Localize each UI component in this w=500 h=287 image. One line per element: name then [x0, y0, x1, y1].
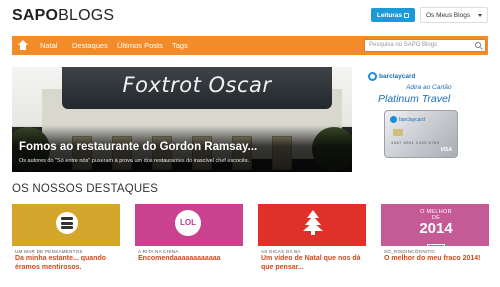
card-thumbnail — [258, 204, 366, 246]
main-nav: Natal Destaques Últimos Posts Tags Pesqu… — [12, 36, 488, 55]
card-thumbnail: O MELHOR DE 2014 TAG — [381, 204, 489, 251]
destaque-card[interactable]: AS DICAS DA BA Um vídeo de Natal que nos… — [258, 204, 366, 284]
top-bar: SAPOBLOGS Leituras Os Meus Blogs — [0, 0, 500, 32]
book-icon — [404, 12, 410, 18]
featured-post-title[interactable]: Fomos ao restaurante do Gordon Ramsay... — [19, 141, 257, 153]
home-icon[interactable] — [18, 40, 28, 50]
card-thumbnail: LOL — [135, 204, 243, 246]
lol-icon: LOL — [175, 210, 201, 236]
post-title[interactable]: Encomendaaaaaaaaaaaa — [138, 255, 244, 264]
christmas-tree-icon — [302, 210, 324, 236]
books-icon — [56, 212, 78, 234]
nav-item-destaques[interactable]: Destaques — [72, 41, 108, 50]
nav-item-ultimos-posts[interactable]: Últimos Posts — [117, 41, 163, 50]
nav-item-natal[interactable]: Natal — [40, 41, 58, 50]
card-logo-icon — [390, 116, 397, 123]
destaque-card[interactable]: LOL A RITA NA CHINA Encomendaaaaaaaaaaaa — [135, 204, 243, 284]
search-icon[interactable] — [475, 42, 481, 48]
card-thumbnail — [12, 204, 120, 246]
blog-name[interactable]: UM MAR DE PENSAMENTOS — [15, 249, 83, 254]
barclaycard-ad[interactable]: barclaycard Adira ao Cartão Platinum Tra… — [362, 67, 488, 172]
card-chip — [393, 129, 403, 136]
sapo-blogs-logo[interactable]: SAPOBLOGS — [12, 7, 114, 25]
post-title[interactable]: Da minha estante... quando éramos mentir… — [15, 255, 121, 272]
meus-blogs-dropdown[interactable]: Os Meus Blogs — [420, 7, 488, 23]
blog-name[interactable]: SÓ_RISOINCÓGNITO: — [384, 249, 436, 254]
featured-post[interactable]: Foxtrot Oscar Fomos ao restaurante do Go… — [12, 67, 352, 172]
search-input[interactable]: Pesquisa no SAPO Blogs — [364, 39, 486, 52]
best-of-2014-badge: O MELHOR DE 2014 TAG — [419, 209, 453, 251]
post-title[interactable]: O melhor do meu fraco 2014! — [384, 255, 490, 264]
section-title: OS NOSSOS DESTAQUES — [12, 183, 159, 195]
post-title[interactable]: Um vídeo de Natal que nos dá que pensar.… — [261, 255, 367, 272]
nav-item-tags[interactable]: Tags — [172, 41, 188, 50]
credit-card-image: barclaycard 4567 8901 2345 6789 VISA — [384, 110, 458, 158]
blog-name[interactable]: A RITA NA CHINA — [138, 249, 179, 254]
caret-down-icon — [478, 14, 482, 17]
destaque-card[interactable]: O MELHOR DE 2014 TAG SÓ_RISOINCÓGNITO: O… — [381, 204, 489, 284]
barclaycard-logo: barclaycard — [368, 72, 416, 81]
leituras-button[interactable]: Leituras — [371, 8, 415, 22]
blog-name[interactable]: AS DICAS DA BA — [261, 249, 301, 254]
restaurant-awning: Foxtrot Oscar — [62, 67, 332, 109]
destaque-card[interactable]: UM MAR DE PENSAMENTOS Da minha estante..… — [12, 204, 120, 284]
featured-post-description: Os autores do "Só entre nós" puseram à p… — [19, 158, 250, 164]
barclaycard-mark-icon — [368, 72, 377, 81]
